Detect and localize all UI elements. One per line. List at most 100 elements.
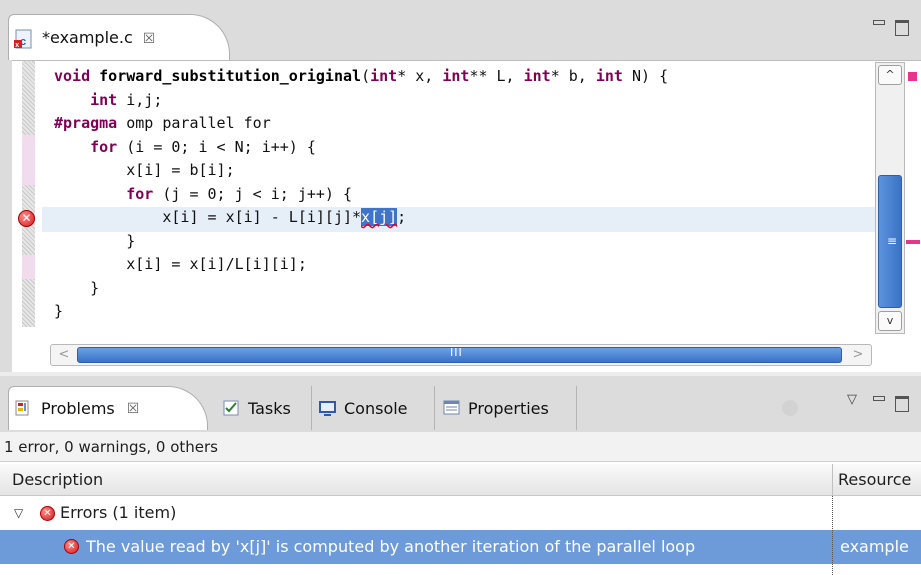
editor-tab-title: *example.c: [42, 28, 133, 47]
tab-properties[interactable]: Properties: [442, 386, 549, 430]
code-token: (i = 0; i < N; i++) {: [117, 137, 316, 156]
panel-window-controls: [869, 394, 915, 416]
overview-error-marker[interactable]: [908, 72, 917, 81]
table-row[interactable]: ✕ The value read by 'x[j]' is computed b…: [0, 530, 921, 564]
column-header-resource[interactable]: Resource: [838, 470, 911, 489]
column-separator: [832, 496, 833, 575]
problems-summary: 1 error, 0 warnings, 0 others: [0, 432, 921, 462]
scroll-right-button[interactable]: >: [847, 346, 869, 364]
annotation-ruler: [22, 61, 35, 327]
code-line[interactable]: }: [54, 277, 99, 299]
selected-token: x[j]: [361, 208, 398, 226]
tab-label: Tasks: [248, 398, 291, 418]
code-token: }: [54, 231, 136, 250]
code-token: * b,: [550, 67, 596, 85]
code-token: i,j;: [117, 90, 163, 109]
properties-icon: [443, 400, 460, 415]
code-token: x[i] = x[i] - L[i][j]*: [54, 208, 362, 226]
c-source-file-icon: c x: [14, 29, 32, 49]
editor-panel: c x *example.c ☒ ✕ void forward_substitut…: [0, 0, 921, 372]
error-icon: ✕: [40, 506, 55, 521]
focus-icon[interactable]: [782, 400, 798, 416]
ruler-highlight: [22, 255, 35, 279]
code-token: int: [90, 90, 118, 109]
tab-label: Properties: [468, 398, 549, 418]
problem-description: The value read by 'x[j]' is computed by …: [86, 537, 696, 556]
problem-resource: example: [840, 537, 909, 556]
vertical-scrollbar[interactable]: ^ ≡ v: [875, 62, 905, 334]
view-menu-icon[interactable]: ▽: [847, 392, 857, 407]
code-line[interactable]: int i,j;: [54, 89, 162, 111]
svg-text:x: x: [15, 42, 19, 49]
code-line[interactable]: }: [54, 300, 63, 322]
code-token: void: [54, 67, 100, 85]
problems-view: 1 error, 0 warnings, 0 others Descriptio…: [0, 432, 921, 575]
scroll-up-button[interactable]: ^: [878, 65, 902, 85]
code-line[interactable]: for (j = 0; j < i; j++) {: [54, 183, 352, 205]
error-icon: ✕: [64, 539, 79, 554]
code-token: int: [595, 67, 623, 85]
close-icon[interactable]: ☒: [143, 31, 156, 47]
horizontal-scroll-thumb[interactable]: III: [77, 346, 842, 363]
code-token: (: [361, 67, 371, 85]
code-token: }: [54, 302, 64, 320]
tab-console[interactable]: Console: [318, 386, 408, 430]
scroll-grip: ≡: [887, 234, 898, 248]
code-token: int: [442, 67, 470, 85]
column-header-description[interactable]: Description: [12, 470, 103, 489]
code-line[interactable]: x[i] = x[i] - L[i][j]*x[j];: [54, 206, 406, 228]
expand-toggle-icon[interactable]: ▽: [14, 496, 23, 530]
maximize-icon[interactable]: [895, 20, 909, 36]
scroll-left-button[interactable]: <: [53, 346, 75, 364]
code-line[interactable]: x[i] = x[i]/L[i][i];: [54, 253, 307, 275]
code-line[interactable]: x[i] = b[i];: [54, 159, 234, 181]
tasks-icon: [223, 400, 239, 416]
code-token: * x,: [397, 67, 443, 85]
table-header: Description Resource: [0, 464, 921, 496]
code-editor[interactable]: ✕ void forward_substitution_original(int…: [12, 60, 921, 372]
minimize-icon[interactable]: [873, 20, 885, 25]
code-line[interactable]: #pragma omp parallel for: [54, 112, 271, 134]
code-token: ;: [397, 208, 407, 226]
problems-panel: Problems ☒ Tasks Console Properties ▽ 1 …: [0, 376, 921, 575]
problems-icon: [15, 400, 29, 415]
code-line[interactable]: for (i = 0; i < N; i++) {: [54, 136, 316, 158]
tab-tasks[interactable]: Tasks: [222, 386, 291, 430]
code-token: for: [126, 184, 154, 203]
column-divider[interactable]: [832, 464, 833, 496]
tab-divider: [434, 386, 435, 430]
editor-window-controls: [869, 18, 915, 40]
tab-label: Console: [344, 398, 408, 418]
code-token: omp parallel for: [117, 114, 271, 132]
error-group-row[interactable]: ▽ ✕ Errors (1 item): [0, 496, 921, 530]
code-token: forward_substitution_original: [99, 67, 362, 85]
code-token: ** L,: [469, 67, 524, 85]
code-token: x[i] = x[i]/L[i][i];: [54, 255, 307, 273]
code-token: #pragma: [54, 114, 118, 132]
tab-problems[interactable]: Problems ☒: [8, 386, 208, 430]
scroll-grip: III: [450, 346, 463, 359]
minimize-icon[interactable]: [873, 396, 885, 401]
view-tabs: Problems ☒ Tasks Console Properties ▽: [0, 376, 921, 432]
code-line[interactable]: }: [54, 230, 135, 252]
close-icon[interactable]: ☒: [127, 401, 140, 417]
tab-label: Problems: [41, 399, 115, 418]
ruler-highlight: [22, 135, 35, 185]
code-token: int: [370, 67, 398, 85]
code-line[interactable]: void forward_substitution_original(int* …: [54, 65, 668, 87]
editor-tab[interactable]: c x *example.c ☒: [8, 14, 230, 60]
horizontal-scrollbar[interactable]: < III >: [50, 344, 872, 366]
tab-divider: [311, 386, 312, 430]
vertical-scroll-thumb[interactable]: ≡: [878, 175, 902, 308]
code-token: for: [90, 137, 118, 156]
scroll-down-button[interactable]: v: [878, 311, 902, 331]
group-label: Errors (1 item): [60, 503, 177, 522]
maximize-icon[interactable]: [895, 396, 909, 412]
tab-divider: [576, 386, 577, 430]
error-marker-icon[interactable]: ✕: [18, 210, 35, 227]
code-token: int: [523, 67, 551, 85]
overview-line-marker[interactable]: [906, 240, 920, 244]
